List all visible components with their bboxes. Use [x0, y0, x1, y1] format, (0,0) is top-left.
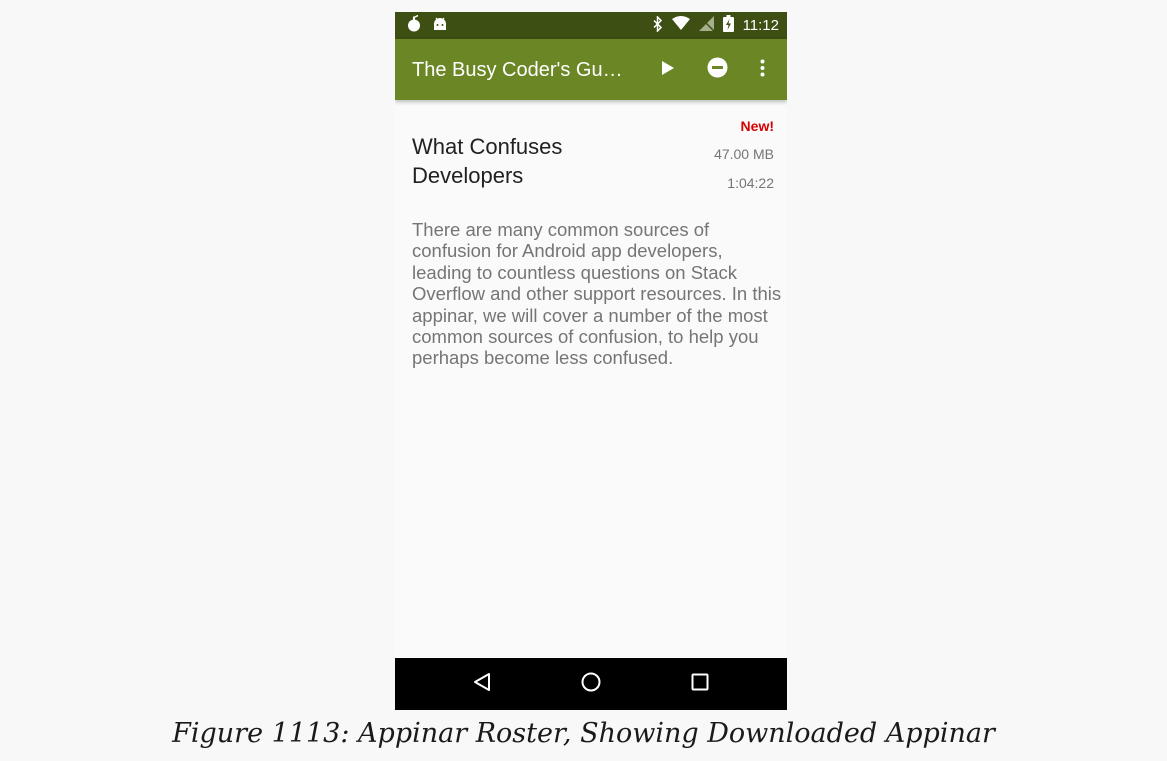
remove-icon	[707, 57, 728, 83]
appinar-detail[interactable]: What Confuses Developers New! 47.00 MB 1…	[395, 100, 787, 658]
back-button[interactable]	[466, 668, 498, 700]
figure-caption: Figure 1113: Appinar Roster, Showing Dow…	[172, 718, 995, 749]
phone-screen: 11:12 The Busy Coder's Gu… What Confuses…	[395, 12, 787, 710]
back-icon	[473, 672, 491, 697]
battery-charging-icon	[722, 15, 734, 36]
duration: 1:04:22	[727, 175, 774, 191]
bluetooth-icon	[653, 14, 663, 36]
remove-button[interactable]	[702, 55, 732, 85]
appinar-title: What Confuses Developers	[412, 134, 563, 188]
recents-icon	[691, 673, 709, 696]
android-icon	[433, 16, 447, 36]
status-bar: 11:12	[395, 12, 787, 39]
home-button[interactable]	[575, 668, 607, 700]
appinar-description: There are many common sources of confusi…	[412, 219, 782, 369]
overflow-menu-button[interactable]	[747, 55, 777, 85]
new-badge: New!	[740, 118, 774, 134]
app-title: The Busy Coder's Gu…	[412, 59, 623, 81]
navigation-bar	[395, 658, 787, 710]
overflow-menu-icon	[760, 59, 765, 82]
wifi-icon	[671, 16, 690, 35]
play-icon	[662, 60, 674, 80]
notification-bomb-icon	[407, 14, 421, 37]
home-icon	[581, 672, 601, 697]
recents-button[interactable]	[684, 668, 716, 700]
no-sim-icon	[698, 16, 715, 35]
file-size: 47.00 MB	[714, 146, 774, 162]
play-button[interactable]	[653, 55, 683, 85]
app-bar: The Busy Coder's Gu…	[395, 39, 787, 100]
status-clock: 11:12	[742, 17, 779, 34]
